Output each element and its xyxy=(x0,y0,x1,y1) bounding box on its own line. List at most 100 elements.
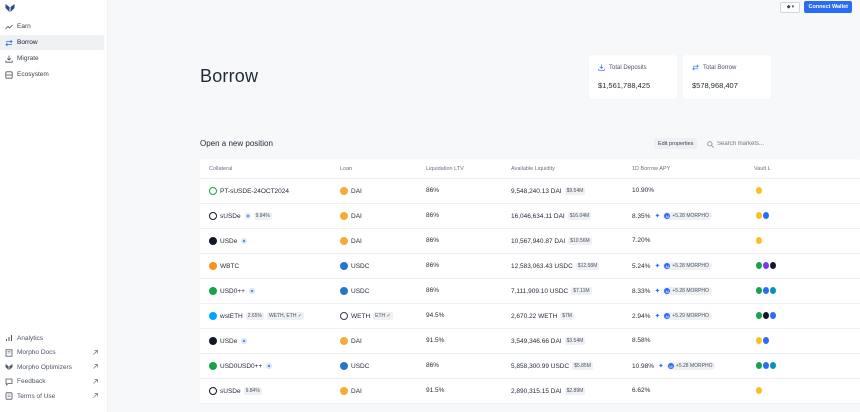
col-header-liquidity[interactable]: Available Liquidity xyxy=(511,166,555,172)
loan-name: WETH xyxy=(351,312,371,320)
morpho-reward-badge[interactable]: M +5.28 MORPHO xyxy=(666,362,716,370)
morpho-reward-badge[interactable]: M +5.28 MORPHO xyxy=(663,212,712,220)
apy-value: 7.20% xyxy=(632,237,651,244)
vault-listing-cell xyxy=(756,187,762,194)
sparkle-icon: ✦ xyxy=(654,313,661,320)
ltv-cell: 91.5% xyxy=(426,337,445,344)
loan-cell: USDC xyxy=(340,262,369,270)
collateral-token-icon xyxy=(209,337,217,345)
vault-icon[interactable] xyxy=(756,262,762,269)
edit-properties-button[interactable]: Edit properties xyxy=(654,138,698,149)
sidebar-item-morpho-docs[interactable]: Morpho Docs xyxy=(0,346,108,361)
vault-icon[interactable] xyxy=(770,287,776,294)
vault-icon[interactable] xyxy=(756,337,762,344)
table-body: PT-sUSDE-24OCT2024 DAI 86% 9,548,240.13 DAI… xyxy=(200,179,860,404)
sidebar-item-analytics[interactable]: Analytics xyxy=(0,331,108,346)
nav-item-ecosystem[interactable]: Ecosystem xyxy=(0,67,104,82)
total-borrow-label-row: Total Borrow xyxy=(692,64,736,71)
sparkle-icon: ✦ xyxy=(654,263,661,270)
morpho-reward-badge[interactable]: M +5.29 MORPHO xyxy=(663,312,712,320)
liquidity-amount: 2,670.22 WETH xyxy=(511,312,558,320)
external-link-icon xyxy=(93,364,98,369)
col-header-ltv[interactable]: Liquidation LTV xyxy=(426,166,464,172)
swap-icon xyxy=(4,38,13,47)
table-row[interactable]: sUSDe 9.84% DAI 91.5% 2,890,315.15 DAI $2.89M… xyxy=(200,379,860,404)
vault-icon[interactable] xyxy=(770,312,776,319)
vault-listing-cell xyxy=(756,237,762,244)
network-selector[interactable]: ◆ ▾ xyxy=(780,1,801,13)
collateral-cell: sUSDe 9.84% xyxy=(209,212,272,220)
external-link-icon xyxy=(93,349,98,355)
info-icon[interactable] xyxy=(241,338,248,344)
nav-item-label: Ecosystem xyxy=(17,71,49,78)
col-header-vault[interactable]: Vault L xyxy=(754,166,771,172)
morpho-logo-icon[interactable] xyxy=(5,3,15,13)
liquidity-usd-badge: $16.04M xyxy=(567,212,592,220)
sidebar-item-label: Terms of Use xyxy=(17,392,56,400)
sparkle-icon: ✦ xyxy=(654,213,661,220)
info-icon[interactable] xyxy=(244,213,251,219)
collateral-name: PT-sUSDE-24OCT2024 xyxy=(220,187,289,195)
search-input[interactable] xyxy=(717,141,775,147)
table-row[interactable]: USD0++ USDC 86% 7,111,909.10 USDC $7.11M 8.33… xyxy=(200,279,860,304)
vault-icon[interactable] xyxy=(756,212,762,219)
nav-item-borrow[interactable]: Borrow xyxy=(0,35,104,50)
info-icon[interactable] xyxy=(266,363,273,369)
info-icon[interactable] xyxy=(241,238,248,244)
apy-value: 10.98% xyxy=(632,362,655,370)
vault-listing-cell xyxy=(756,287,776,294)
liquidity-cell: 2,890,315.15 DAI $2.89M xyxy=(511,387,586,395)
vault-icon[interactable] xyxy=(756,362,762,369)
vault-icon[interactable] xyxy=(756,287,762,294)
vault-icon[interactable] xyxy=(756,312,762,319)
vault-icon[interactable] xyxy=(763,312,769,319)
markets-table: Collateral Loan Liquidation LTV Availabl… xyxy=(200,159,860,404)
sidebar-item-feedback[interactable]: Feedback xyxy=(0,375,108,390)
liquidity-amount: 3,549,346.66 DAI xyxy=(511,337,562,345)
ltv-cell: 86% xyxy=(426,237,440,244)
vault-icon[interactable] xyxy=(770,362,776,369)
connect-wallet-button[interactable]: Connect Wallet xyxy=(804,1,852,13)
apy-value: 2.94% xyxy=(632,312,651,320)
info-icon[interactable] xyxy=(248,288,255,294)
grid-icon xyxy=(4,70,13,79)
table-row[interactable]: USDe DAI 86% 10,567,940.87 DAI $10.56M 7.20% xyxy=(200,229,860,254)
col-header-collateral[interactable]: Collateral xyxy=(209,166,232,172)
collateral-cell: WBTC xyxy=(209,262,239,270)
sparkle-icon: ✦ xyxy=(654,288,661,295)
vault-listing-cell xyxy=(756,362,776,369)
nav-item-label: Borrow xyxy=(17,39,38,46)
morpho-reward-badge[interactable]: M +5.28 MORPHO xyxy=(663,287,712,295)
liquidity-amount: 12,583,063.43 USDC xyxy=(511,262,573,270)
table-row[interactable]: sUSDe 9.84% DAI 86% 16,046,634.11 DAI $16.04M… xyxy=(200,204,860,229)
table-row[interactable]: PT-sUSDE-24OCT2024 DAI 86% 9,548,240.13 DAI… xyxy=(200,179,860,204)
vault-icon[interactable] xyxy=(763,262,769,269)
loan-cell: DAI xyxy=(340,237,362,245)
collateral-token-icon xyxy=(209,262,217,270)
vault-icon[interactable] xyxy=(763,362,769,369)
morpho-reward-badge[interactable]: M +5.28 MORPHO xyxy=(663,262,712,270)
external-link-icon xyxy=(93,393,98,398)
download-icon xyxy=(4,54,13,63)
table-row[interactable]: WBTC USDC 86% 12,583,063.43 USDC $12.58M 5.24… xyxy=(200,254,860,279)
external-link-icon xyxy=(93,378,98,384)
vault-icon[interactable] xyxy=(756,387,762,394)
vault-icon[interactable] xyxy=(756,237,762,244)
nav-item-migrate[interactable]: Migrate xyxy=(0,51,104,66)
liquidity-usd-badge: $7M xyxy=(560,312,574,320)
table-row[interactable]: USD0USD0++ USDC 86% 5,858,300.99 USDC $5.85M… xyxy=(200,354,860,379)
col-header-apy[interactable]: 1D Borrow APY xyxy=(632,166,670,172)
liquidity-cell: 9,548,240.13 DAI $9.54M xyxy=(511,187,586,195)
vault-icon[interactable] xyxy=(756,187,762,194)
collateral-name: USDe xyxy=(220,237,238,245)
table-row[interactable]: USDe DAI 91.5% 3,549,346.66 DAI $3.54M 8.58% xyxy=(200,329,860,354)
col-header-loan[interactable]: Loan xyxy=(340,166,352,172)
sidebar-item-morpho-optimizers[interactable]: Morpho Optimizers xyxy=(0,360,108,375)
vault-icon[interactable] xyxy=(763,337,769,344)
vault-icon[interactable] xyxy=(763,212,769,219)
sidebar-item-terms[interactable]: Terms of Use xyxy=(0,389,108,404)
vault-icon[interactable] xyxy=(763,287,769,294)
vault-icon[interactable] xyxy=(770,262,776,269)
nav-item-earn[interactable]: Earn xyxy=(0,19,104,34)
table-row[interactable]: wstETH 2.65% WETH, ETH ✓ WETH ETH ✓ 94.5% 2,67… xyxy=(200,304,860,329)
